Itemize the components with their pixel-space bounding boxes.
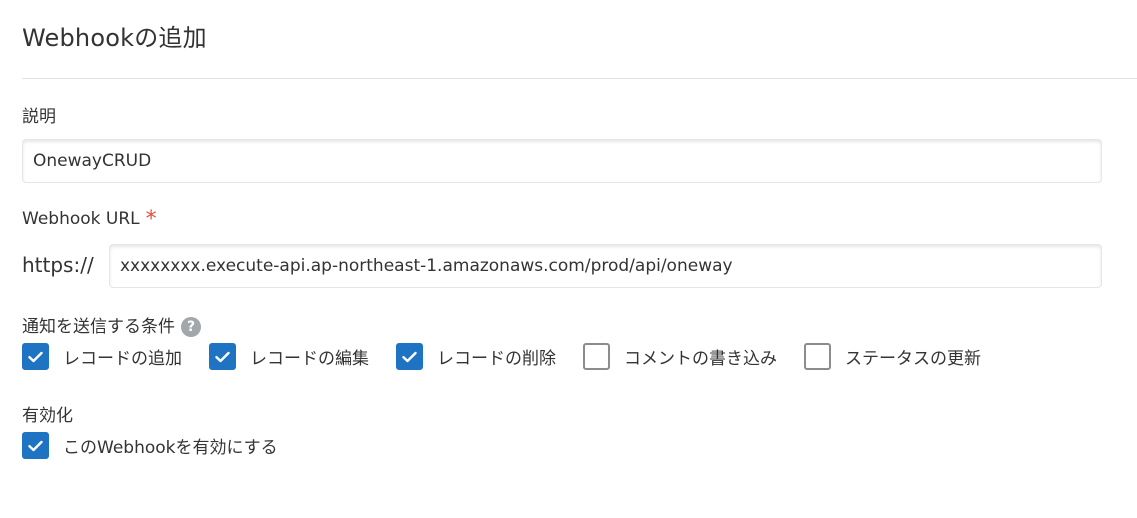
condition-record-delete[interactable]: レコードの削除	[396, 343, 556, 370]
checkbox-checked-icon[interactable]	[209, 343, 236, 370]
enable-label: 有効化	[22, 406, 73, 426]
condition-label: レコードの編集	[250, 349, 369, 369]
checkbox-checked-icon[interactable]	[22, 432, 49, 459]
description-label: 説明	[22, 107, 56, 127]
required-mark: *	[145, 207, 157, 232]
condition-record-add[interactable]: レコードの追加	[22, 343, 182, 370]
page-title: Webhookの追加	[22, 24, 207, 52]
condition-label: レコードの追加	[63, 349, 182, 369]
url-prefix: https://	[22, 253, 94, 277]
condition-label: ステータスの更新	[845, 349, 981, 369]
condition-status-update[interactable]: ステータスの更新	[804, 343, 981, 370]
enable-checkbox-row: このWebhookを有効にする	[22, 432, 305, 459]
condition-comment-post[interactable]: コメントの書き込み	[583, 343, 777, 370]
description-input[interactable]	[22, 139, 1102, 183]
condition-label: コメントの書き込み	[624, 349, 777, 369]
condition-record-edit[interactable]: レコードの編集	[209, 343, 369, 370]
webhook-url-input[interactable]	[109, 244, 1102, 288]
help-icon[interactable]: ?	[181, 317, 201, 337]
conditions-checkbox-row: レコードの追加 レコードの編集 レコードの削除 コメントの書き込み ステータスの…	[22, 343, 1008, 370]
condition-label: レコードの削除	[437, 349, 556, 369]
enable-webhook-toggle[interactable]: このWebhookを有効にする	[22, 432, 278, 459]
enable-checkbox-label: このWebhookを有効にする	[63, 438, 278, 458]
webhook-url-label: Webhook URL	[22, 209, 140, 229]
checkbox-checked-icon[interactable]	[396, 343, 423, 370]
checkbox-unchecked-icon[interactable]	[583, 343, 610, 370]
conditions-label-row: 通知を送信する条件?	[22, 312, 201, 337]
title-divider	[22, 78, 1137, 79]
checkbox-unchecked-icon[interactable]	[804, 343, 831, 370]
checkbox-checked-icon[interactable]	[22, 343, 49, 370]
conditions-label: 通知を送信する条件	[22, 317, 175, 337]
webhook-url-label-row: Webhook URL *	[22, 205, 157, 232]
